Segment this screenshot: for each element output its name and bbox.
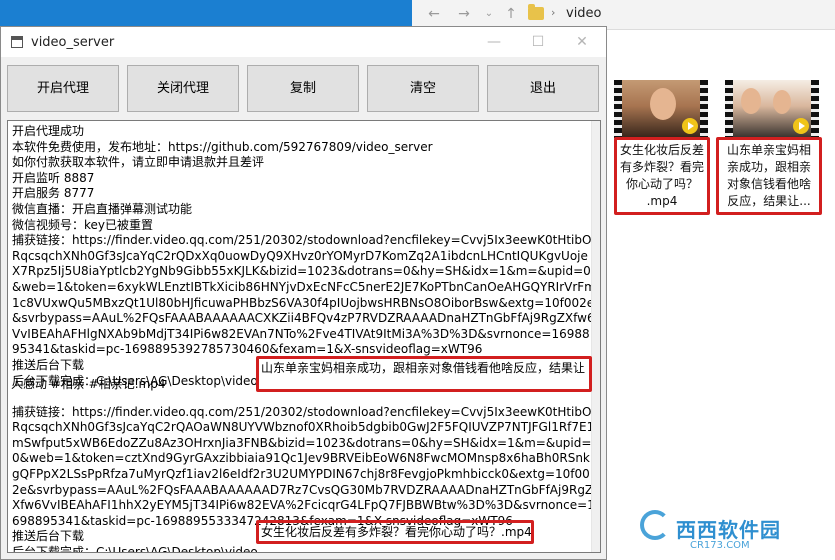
recent-dropdown-icon[interactable]: ⌄ (480, 6, 498, 22)
downloaded-filename-1: 山东单亲宝妈相亲成功，跟相亲对象借钱看他啥反应，结果让 (261, 361, 586, 375)
folder-icon (528, 4, 544, 20)
background-window-strip (0, 0, 412, 26)
file-name-line: 你心动了吗？ (625, 177, 698, 191)
copy-button[interactable]: 复制 (247, 65, 359, 112)
stop-proxy-button[interactable]: 关闭代理 (127, 65, 239, 112)
address-path[interactable]: video (566, 6, 602, 21)
start-proxy-button[interactable]: 开启代理 (7, 65, 119, 112)
path-separator-icon: › (551, 6, 556, 19)
maximize-button[interactable]: ☐ (523, 32, 553, 52)
exit-button[interactable]: 退出 (487, 65, 599, 112)
minimize-button[interactable]: — (479, 32, 509, 52)
downloaded-filename-1-continued: 人感动 #相亲 #相亲记.mp4 (11, 377, 166, 391)
video-thumbnail-icon (682, 118, 698, 134)
video-server-window: video_server — ☐ ✕ 开启代理 关闭代理 复制 清空 退出 开启… (0, 26, 607, 560)
video-file-name-2[interactable]: 山东单亲宝妈相 亲成功，跟相亲 对象信钱看他啥 反应，结果让... (719, 142, 819, 210)
clear-button[interactable]: 清空 (367, 65, 479, 112)
title-bar[interactable]: video_server — ☐ ✕ (1, 27, 606, 57)
video-thumbnail-2[interactable] (725, 80, 819, 138)
file-name-line: .mp4 (646, 194, 678, 208)
back-arrow-icon[interactable]: ← (425, 6, 443, 22)
log-text: 开启代理成功 本软件免费使用，发布地址：https://github.com/5… (12, 124, 596, 553)
up-arrow-icon[interactable]: ↑ (502, 6, 520, 22)
watermark-url: CR173.COM (690, 540, 750, 551)
downloaded-filename-2: 女生化妆后反差有多炸裂？看完你心动了吗？.mp4 (261, 525, 532, 539)
watermark-text: 西西软件园 (676, 518, 781, 542)
log-scrollbar[interactable] (591, 121, 600, 552)
log-output[interactable]: 开启代理成功 本软件免费使用，发布地址：https://github.com/5… (7, 120, 601, 553)
file-name-line: 山东单亲宝妈相 (726, 143, 811, 157)
forward-arrow-icon[interactable]: → (455, 6, 473, 22)
app-window-icon (11, 36, 23, 48)
file-name-line: 反应，结果让... (727, 194, 811, 208)
video-file-name-1[interactable]: 女生化妆后反差 有多炸裂？看完 你心动了吗？ .mp4 (614, 142, 710, 210)
video-thumbnail-1[interactable] (614, 80, 708, 138)
file-name-line: 对象信钱看他啥 (726, 177, 811, 191)
file-name-line: 女生化妆后反差 (619, 143, 704, 157)
window-title: video_server (31, 35, 115, 50)
close-button[interactable]: ✕ (567, 32, 597, 52)
file-name-line: 亲成功，跟相亲 (726, 160, 811, 174)
watermark-logo-icon (640, 510, 670, 540)
file-name-line: 有多炸裂？看完 (619, 160, 704, 174)
video-thumbnail-icon (793, 118, 809, 134)
